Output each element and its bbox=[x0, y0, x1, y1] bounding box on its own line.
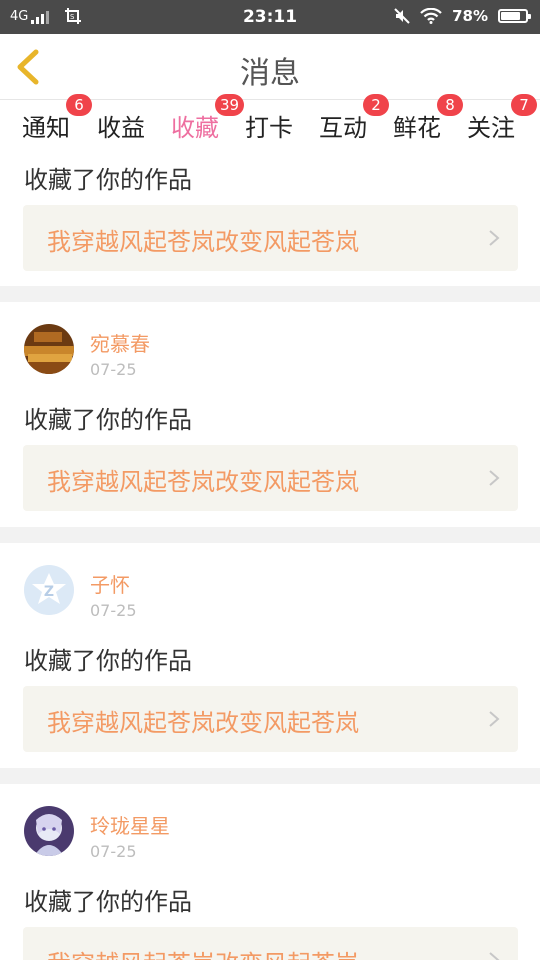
work-link[interactable]: 我穿越风起苍岚改变风起苍岚 bbox=[23, 445, 518, 511]
tab-bar: 通知 6 收益 收藏 39 打卡 互动 2 鲜花 8 关注 7 bbox=[0, 94, 540, 159]
list-item: 收藏了你的作品 我穿越风起苍岚改变风起苍岚 bbox=[0, 152, 540, 286]
list-item: Z 子怀 07-25 收藏了你的作品 我穿越风起苍岚改变风起苍岚 bbox=[0, 543, 540, 768]
tab-badge: 2 bbox=[363, 94, 389, 116]
chevron-right-icon bbox=[489, 952, 500, 960]
avatar[interactable]: Z bbox=[24, 565, 74, 615]
tab-badge: 8 bbox=[437, 94, 463, 116]
action-text: 收藏了你的作品 bbox=[24, 406, 192, 434]
work-link[interactable]: 我穿越风起苍岚改变风起苍岚 bbox=[23, 205, 518, 271]
battery-fill bbox=[501, 12, 520, 20]
tab-badge: 6 bbox=[66, 94, 92, 116]
chevron-right-icon bbox=[489, 711, 500, 727]
date: 07-25 bbox=[90, 360, 137, 379]
username[interactable]: 宛慕春 bbox=[90, 328, 150, 357]
app-header: 消息 bbox=[0, 34, 540, 100]
tab-label: 收藏 bbox=[171, 114, 219, 142]
svg-text:Z: Z bbox=[44, 584, 54, 600]
tab-label: 关注 bbox=[467, 114, 515, 142]
mute-icon bbox=[394, 8, 410, 24]
work-title: 我穿越风起苍岚改变风起苍岚 bbox=[47, 944, 359, 960]
tab-earnings[interactable]: 收益 bbox=[97, 108, 145, 143]
chevron-right-icon bbox=[489, 470, 500, 486]
list-item: 玲珑星星 07-25 收藏了你的作品 我穿越风起苍岚改变风起苍岚 bbox=[0, 784, 540, 960]
date: 07-25 bbox=[90, 842, 137, 861]
battery-icon bbox=[498, 9, 531, 23]
battery-percent: 78% bbox=[452, 7, 488, 25]
tab-label: 鲜花 bbox=[393, 114, 441, 142]
work-title: 我穿越风起苍岚改变风起苍岚 bbox=[47, 228, 359, 256]
tab-badge: 39 bbox=[215, 94, 245, 116]
list-item: 宛慕春 07-25 收藏了你的作品 我穿越风起苍岚改变风起苍岚 bbox=[0, 302, 540, 527]
action-text: 收藏了你的作品 bbox=[24, 888, 192, 916]
action-text: 收藏了你的作品 bbox=[24, 647, 192, 675]
chevron-right-icon bbox=[489, 230, 500, 246]
tab-follow[interactable]: 关注 7 bbox=[467, 94, 537, 143]
work-title: 我穿越风起苍岚改变风起苍岚 bbox=[47, 709, 359, 737]
tab-flowers[interactable]: 鲜花 8 bbox=[393, 94, 463, 143]
date: 07-25 bbox=[90, 601, 137, 620]
tab-notice[interactable]: 通知 6 bbox=[22, 94, 92, 143]
tab-interaction[interactable]: 互动 2 bbox=[319, 94, 389, 143]
username[interactable]: 玲珑星星 bbox=[90, 810, 170, 839]
avatar[interactable] bbox=[24, 806, 74, 856]
tab-favorites[interactable]: 收藏 39 bbox=[171, 94, 245, 159]
status-bar: 4G S 23:11 78% bbox=[0, 0, 540, 34]
tab-label: 互动 bbox=[319, 114, 367, 142]
work-title: 我穿越风起苍岚改变风起苍岚 bbox=[47, 468, 359, 496]
action-text: 收藏了你的作品 bbox=[24, 166, 192, 194]
work-link[interactable]: 我穿越风起苍岚改变风起苍岚 bbox=[23, 927, 518, 960]
page-title: 消息 bbox=[240, 56, 300, 91]
wifi-icon bbox=[420, 8, 442, 24]
username[interactable]: 子怀 bbox=[90, 569, 130, 598]
avatar[interactable] bbox=[24, 324, 74, 374]
tab-label: 收益 bbox=[97, 114, 145, 142]
tab-badge: 7 bbox=[511, 94, 537, 116]
tab-label: 通知 bbox=[22, 114, 70, 142]
status-right: 78% bbox=[394, 7, 531, 25]
work-link[interactable]: 我穿越风起苍岚改变风起苍岚 bbox=[23, 686, 518, 752]
tab-label: 打卡 bbox=[245, 114, 293, 142]
tab-checkin[interactable]: 打卡 bbox=[245, 108, 293, 143]
